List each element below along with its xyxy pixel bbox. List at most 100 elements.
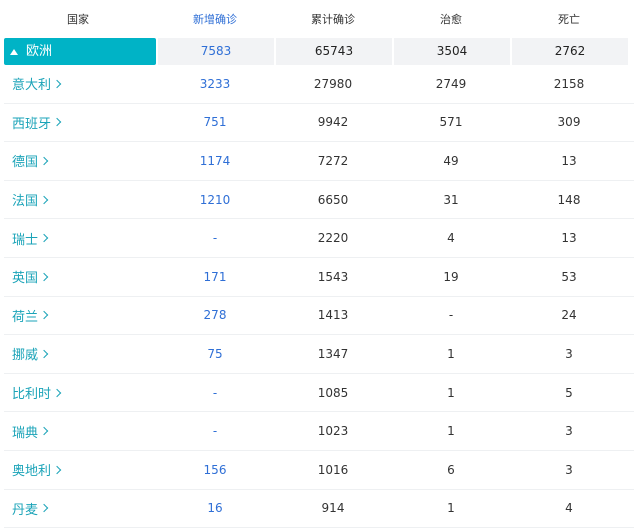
- country-name: 德国: [12, 155, 39, 171]
- country-name: 比利时: [12, 387, 52, 403]
- table-row[interactable]: 奥地利 156 1016 6 3: [4, 451, 634, 490]
- country-link[interactable]: 瑞典: [4, 422, 156, 441]
- cured-cell: 1: [447, 424, 455, 439]
- deaths-cell: 24: [561, 308, 577, 323]
- total-cases-cell: 27980: [313, 76, 353, 91]
- header-deaths[interactable]: 死亡: [510, 11, 628, 27]
- country-link[interactable]: 挪威: [4, 344, 156, 363]
- country-link[interactable]: 法国: [4, 190, 156, 209]
- total-cases-cell: 1543: [317, 269, 349, 284]
- chevron-right-icon: [52, 388, 62, 397]
- country-link[interactable]: 瑞士: [4, 229, 156, 248]
- country-link[interactable]: 比利时: [4, 383, 156, 402]
- table-row[interactable]: 丹麦 16 914 1 4: [4, 490, 634, 528]
- deaths-cell: 4: [565, 501, 573, 516]
- region-row-europe[interactable]: 欧洲 7583 65743 3504 2762: [4, 38, 638, 65]
- table-row[interactable]: 比利时 - 1085 1 5: [4, 374, 634, 413]
- total-cases-cell: 2220: [317, 231, 349, 246]
- country-name: 瑞典: [12, 425, 39, 441]
- new-cases-cell: -: [212, 385, 218, 400]
- table-row[interactable]: 西班牙 751 9942 571 309: [4, 104, 634, 143]
- new-cases-cell: 75: [207, 346, 223, 361]
- chevron-right-icon: [39, 156, 49, 166]
- header-new-cases[interactable]: 新增确诊: [156, 11, 274, 27]
- deaths-cell: 3: [565, 462, 573, 477]
- new-cases-cell: 1174: [199, 153, 231, 168]
- total-cases-cell: 7272: [317, 153, 349, 168]
- country-name: 丹麦: [12, 502, 39, 518]
- chevron-right-icon: [39, 504, 49, 513]
- country-stats-table: 国家 新增确诊 累计确诊 治愈 死亡 欧洲 7583 65743 3504 27…: [0, 0, 638, 528]
- new-cases-cell: -: [212, 424, 218, 439]
- cured-cell: 19: [443, 269, 459, 284]
- chevron-right-icon: [52, 79, 62, 89]
- cured-cell: 1: [447, 501, 455, 516]
- country-link[interactable]: 德国: [4, 151, 156, 170]
- country-link[interactable]: 丹麦: [4, 499, 156, 518]
- deaths-cell: 5: [565, 385, 573, 400]
- country-link[interactable]: 英国: [4, 267, 156, 286]
- cured-cell: 49: [443, 153, 459, 168]
- country-name: 法国: [12, 194, 39, 210]
- table-row[interactable]: 法国 1210 6650 31 148: [4, 181, 634, 220]
- total-cases-cell: 6650: [317, 192, 349, 207]
- chevron-right-icon: [39, 311, 49, 320]
- cured-cell: 6: [447, 462, 455, 477]
- country-name: 英国: [12, 271, 39, 287]
- cured-cell: 31: [443, 192, 459, 207]
- new-cases-cell: 156: [203, 462, 227, 477]
- new-cases-cell: -: [212, 231, 218, 246]
- chevron-right-icon: [39, 426, 49, 436]
- collapse-triangle-icon: [10, 48, 18, 55]
- country-link[interactable]: 意大利: [4, 74, 156, 93]
- deaths-cell: 148: [557, 192, 581, 207]
- table-row[interactable]: 德国 1174 7272 49 13: [4, 142, 634, 181]
- cured-cell: 571: [439, 115, 463, 130]
- region-deaths: 2762: [512, 38, 628, 65]
- new-cases-cell: 16: [207, 501, 223, 516]
- region-cured: 3504: [394, 38, 510, 65]
- deaths-cell: 3: [565, 424, 573, 439]
- country-link[interactable]: 荷兰: [4, 306, 156, 325]
- header-cured[interactable]: 治愈: [392, 11, 510, 27]
- deaths-cell: 13: [561, 231, 577, 246]
- table-header: 国家 新增确诊 累计确诊 治愈 死亡: [0, 0, 638, 38]
- country-name: 挪威: [12, 348, 39, 364]
- total-cases-cell: 1023: [317, 424, 349, 439]
- country-name: 荷兰: [12, 309, 39, 325]
- region-new-cases: 7583: [158, 38, 274, 65]
- total-cases-cell: 1347: [317, 346, 349, 361]
- new-cases-cell: 171: [203, 269, 227, 284]
- table-row[interactable]: 挪威 75 1347 1 3: [4, 335, 634, 374]
- region-toggle-button[interactable]: 欧洲: [4, 38, 156, 65]
- country-name: 瑞士: [12, 232, 39, 248]
- table-row[interactable]: 意大利 3233 27980 2749 2158: [4, 65, 634, 104]
- cured-cell: 2749: [435, 76, 467, 91]
- cured-cell: 4: [447, 231, 455, 246]
- table-row[interactable]: 英国 171 1543 19 53: [4, 258, 634, 297]
- new-cases-cell: 278: [203, 308, 227, 323]
- cured-cell: 1: [447, 346, 455, 361]
- deaths-cell: 53: [561, 269, 577, 284]
- header-country[interactable]: 国家: [0, 11, 156, 27]
- country-link[interactable]: 西班牙: [4, 113, 156, 132]
- country-rows: 意大利 3233 27980 2749 2158 西班牙 751 9942 571 309 德国 11…: [0, 65, 638, 528]
- chevron-right-icon: [39, 349, 49, 359]
- table-row[interactable]: 荷兰 278 1413 - 24: [4, 297, 634, 336]
- chevron-right-icon: [39, 272, 49, 282]
- table-row[interactable]: 瑞士 - 2220 4 13: [4, 219, 634, 258]
- chevron-right-icon: [52, 465, 62, 474]
- new-cases-cell: 3233: [199, 76, 231, 91]
- country-name: 意大利: [12, 78, 52, 94]
- total-cases-cell: 1085: [317, 385, 349, 400]
- cured-cell: -: [448, 308, 454, 323]
- region-name: 欧洲: [26, 44, 53, 59]
- new-cases-cell: 751: [203, 115, 227, 130]
- header-total-cases[interactable]: 累计确诊: [274, 11, 392, 27]
- deaths-cell: 13: [561, 153, 577, 168]
- cured-cell: 1: [447, 385, 455, 400]
- table-row[interactable]: 瑞典 - 1023 1 3: [4, 412, 634, 451]
- region-total-cases: 65743: [276, 38, 392, 65]
- chevron-right-icon: [39, 233, 49, 243]
- country-link[interactable]: 奥地利: [4, 460, 156, 479]
